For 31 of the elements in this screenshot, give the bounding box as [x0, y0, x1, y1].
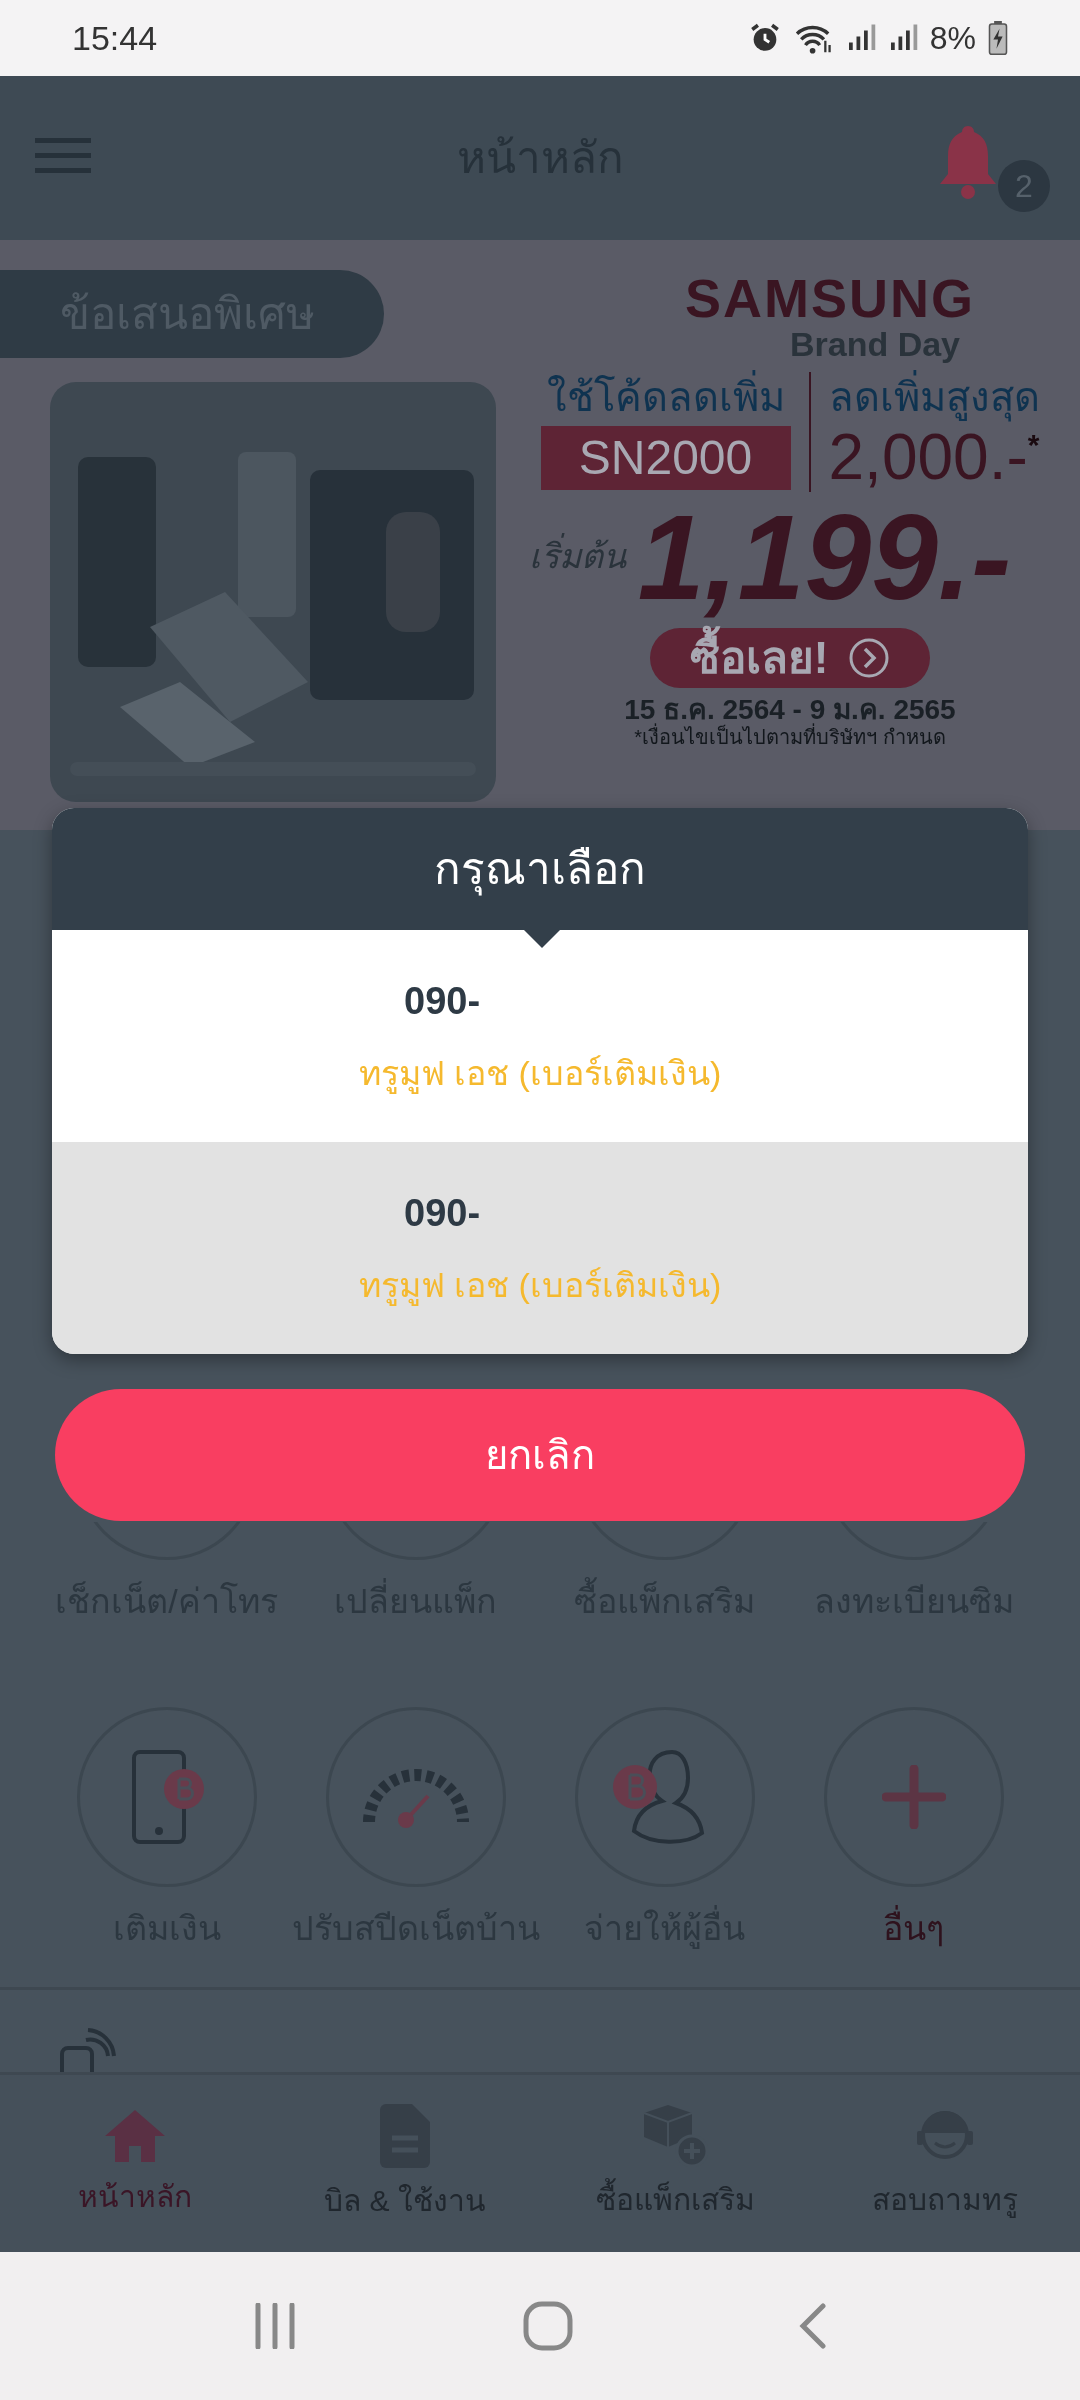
dialog-title: กรุณาเลือก — [434, 836, 646, 902]
battery-icon — [988, 21, 1008, 55]
service-button[interactable] — [574, 1706, 755, 1887]
nav-tab[interactable]: หน้าหลัก — [0, 2075, 270, 2252]
service-button[interactable] — [76, 1706, 257, 1887]
cancel-button[interactable]: ยกเลิก — [55, 1389, 1025, 1521]
max-discount-label: ลดเพิ่มสูงสุด — [828, 372, 1040, 422]
number-option[interactable]: 090- ทรูมูฟ เอช (เบอร์เติมเงิน) — [52, 930, 1028, 1142]
phone-number: 090- — [404, 979, 481, 1024]
back-icon[interactable] — [797, 2303, 828, 2349]
max-discount-value: 2,000.- — [828, 422, 1028, 492]
service-button[interactable] — [823, 1706, 1004, 1887]
home-icon — [103, 2108, 167, 2164]
code-label: ใช้โค้ดลดเพิ่ม — [546, 372, 785, 422]
brand-name: SAMSUNG — [685, 270, 975, 326]
phone-number: 090- — [404, 1191, 481, 1236]
footnote-mark: * — [1027, 427, 1040, 463]
service-label: อื่นๆ — [883, 1902, 944, 1954]
router-icon — [60, 2028, 116, 2072]
chevron-right-icon — [848, 637, 891, 679]
plan-name: ทรูมูฟ เอช (เบอร์เติมเงิน) — [358, 1053, 722, 1096]
battery-percent: 8% — [929, 19, 976, 58]
price: 1,199.- — [637, 492, 1012, 622]
service-button[interactable] — [325, 1706, 506, 1887]
promo-code: SN2000 — [540, 426, 791, 490]
plus-icon — [881, 1764, 946, 1829]
home-button-icon[interactable] — [523, 2301, 573, 2351]
plan-name: ทรูมูฟ เอช (เบอร์เติมเงิน) — [358, 1265, 722, 1308]
clock: 15:44 — [72, 17, 158, 59]
menu-icon[interactable] — [35, 136, 91, 176]
number-option[interactable]: 090- ทรูมูฟ เอช (เบอร์เติมเงิน) — [52, 1142, 1028, 1354]
